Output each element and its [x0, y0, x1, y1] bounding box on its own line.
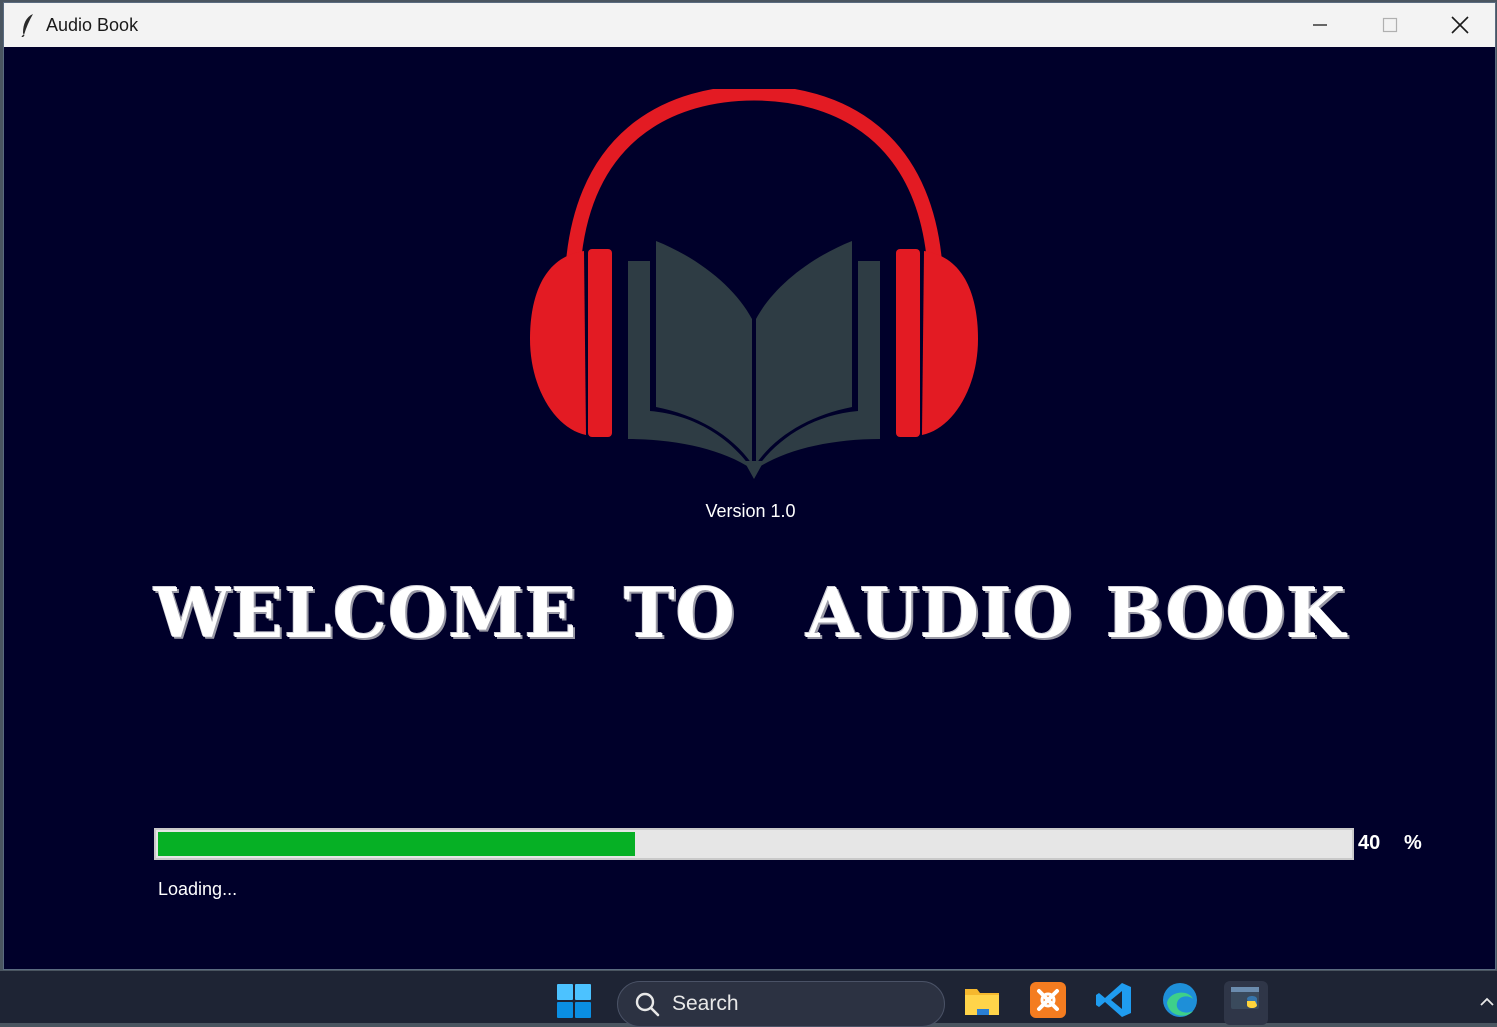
xampp-icon — [1030, 982, 1066, 1018]
welcome-word-2: TO — [624, 574, 736, 654]
minimize-button[interactable] — [1285, 3, 1355, 47]
headphones-book-logo — [530, 89, 978, 479]
vscode-button[interactable] — [1092, 981, 1136, 1025]
feather-icon — [18, 13, 38, 37]
loading-status-text: Loading... — [158, 879, 238, 899]
progress-fill — [158, 832, 635, 856]
welcome-word-4: BOOK — [1106, 574, 1347, 654]
taskbar-search[interactable]: Search — [617, 981, 945, 1027]
search-placeholder: Search — [672, 992, 739, 1015]
edge-icon — [1163, 983, 1197, 1017]
splash-content: Version 1.0 WELCOME TO AUDIO BOOK 40 % L… — [4, 47, 1495, 969]
vscode-icon — [1096, 983, 1131, 1017]
window-title: Audio Book — [46, 14, 139, 35]
title-bar[interactable]: Audio Book — [4, 3, 1495, 47]
xampp-button[interactable] — [1026, 981, 1070, 1025]
progress-percent-value: 40 — [1358, 832, 1381, 854]
loading-progress-bar — [154, 828, 1354, 860]
chevron-up-icon — [1480, 997, 1494, 1006]
maximize-icon — [1382, 17, 1398, 33]
minimize-icon — [1313, 24, 1327, 26]
welcome-word-1: WELCOME — [154, 574, 578, 654]
tray-overflow-button[interactable] — [1478, 993, 1496, 1011]
progress-percent-unit: % — [1404, 832, 1422, 854]
welcome-word-3: AUDIO — [806, 574, 1074, 654]
welcome-banner: WELCOME TO AUDIO BOOK — [154, 569, 1354, 659]
windows-start-icon — [557, 984, 591, 1018]
maximize-button[interactable] — [1355, 3, 1425, 47]
file-explorer-button[interactable] — [960, 981, 1004, 1025]
python-app-icon — [1231, 987, 1259, 1009]
python-app-button[interactable] — [1224, 981, 1268, 1025]
windows-start-button[interactable] — [556, 983, 600, 1027]
audio-book-window: Audio Book Version 1.0 WELCOME TO AUDIO … — [3, 2, 1496, 970]
close-icon — [1451, 16, 1469, 34]
edge-button[interactable] — [1158, 981, 1202, 1025]
close-button[interactable] — [1425, 3, 1495, 47]
taskbar: Search — [0, 971, 1497, 1027]
version-label: Version 1.0 — [705, 501, 796, 521]
search-icon — [635, 992, 660, 1017]
file-explorer-icon — [965, 989, 999, 1015]
window-controls — [1285, 3, 1495, 47]
